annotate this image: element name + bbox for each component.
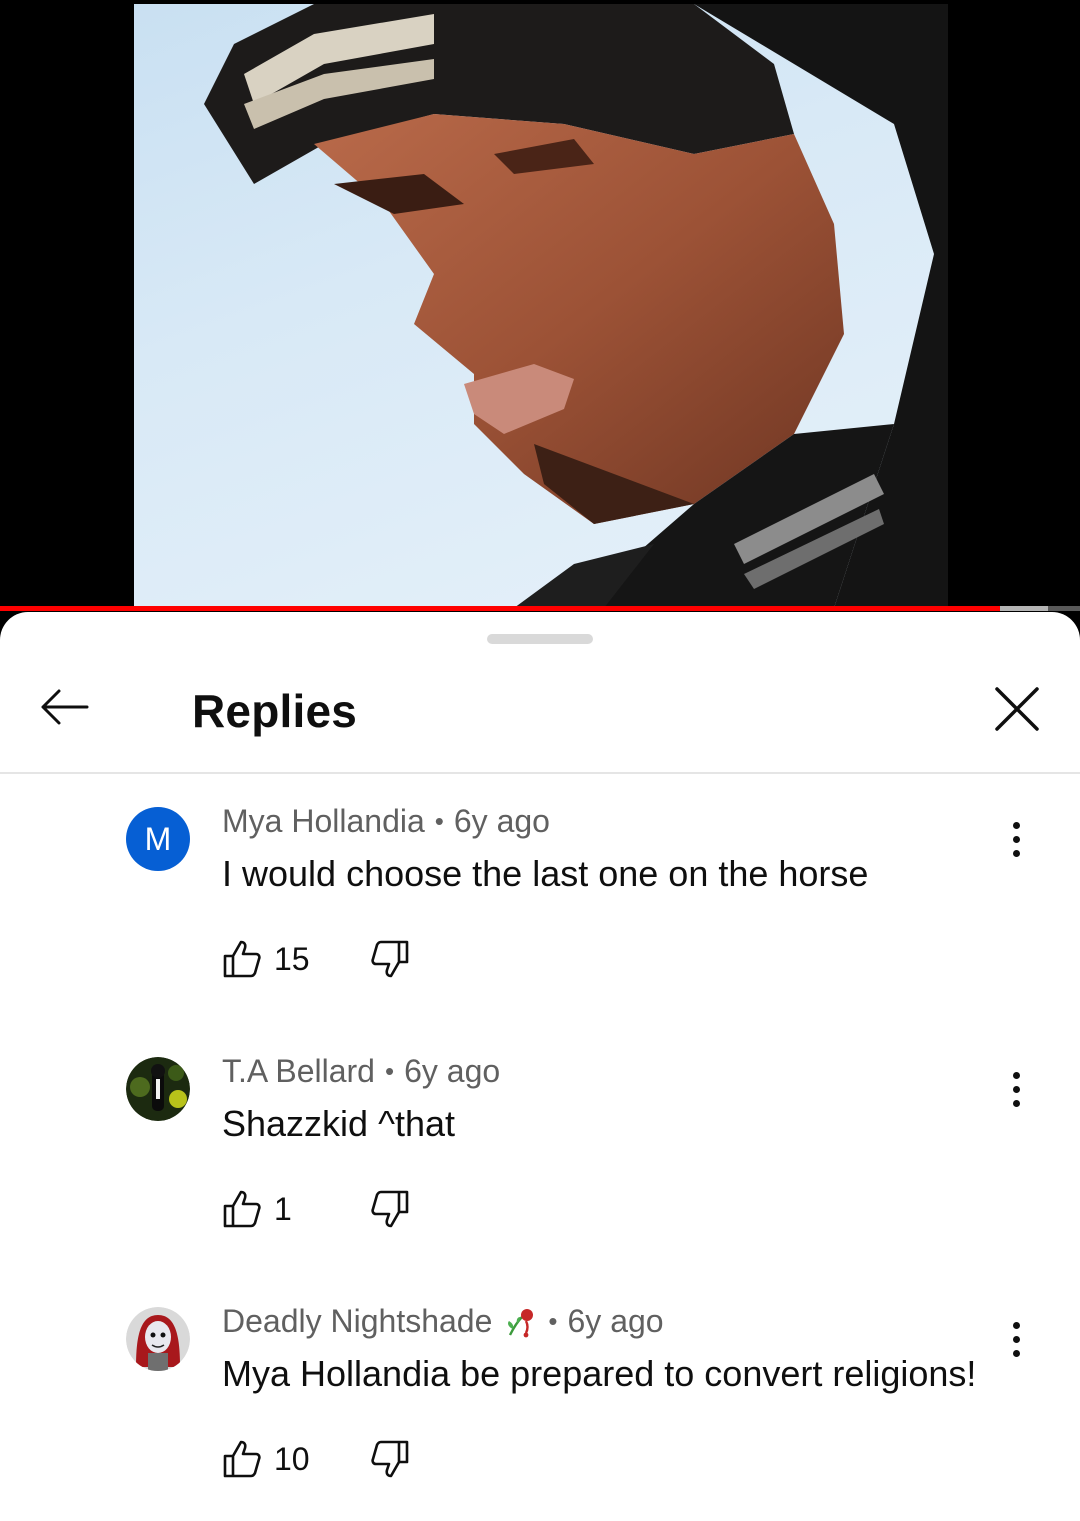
thumbs-down-icon xyxy=(371,940,409,978)
more-vert-icon xyxy=(1012,1321,1020,1329)
arrow-left-icon xyxy=(41,689,89,725)
reply-item: M Mya Hollandia • 6y ago I would choose … xyxy=(0,803,1080,1057)
reply-text: Shazzkid ^that xyxy=(222,1103,456,1144)
dislike-button[interactable] xyxy=(368,937,412,981)
video-progress-bar[interactable] xyxy=(0,606,1080,611)
close-icon xyxy=(995,687,1039,731)
like-count: 15 xyxy=(274,940,310,977)
like-count: 1 xyxy=(274,1190,292,1227)
like-button[interactable]: 1 xyxy=(222,1187,292,1231)
reply-item: Deadly Nightshade • 6y ago Mya Hollandia… xyxy=(0,1303,1080,1521)
video-progress-fill xyxy=(0,606,1001,611)
dislike-button[interactable] xyxy=(368,1187,412,1231)
replies-sheet: Replies M Mya Hollandia • 6y ago I would… xyxy=(0,612,1080,1521)
reply-actions: 1 xyxy=(222,1187,442,1235)
meta-separator: • xyxy=(384,1056,395,1086)
avatar[interactable] xyxy=(126,1057,190,1121)
page-title: Replies xyxy=(192,685,358,737)
avatar[interactable] xyxy=(126,1307,190,1371)
more-options-button[interactable] xyxy=(996,1065,1036,1113)
more-vert-icon xyxy=(1012,821,1020,829)
meta-separator: • xyxy=(434,806,444,836)
reply-text: Mya Hollandia be prepared to convert rel… xyxy=(222,1353,977,1394)
avatar[interactable]: M xyxy=(126,807,190,871)
wilted-rose-icon xyxy=(504,1305,538,1339)
character-avatar xyxy=(126,1307,190,1371)
more-options-button[interactable] xyxy=(996,1315,1036,1363)
thumbs-up-icon xyxy=(223,1190,261,1228)
reply-meta: Mya Hollandia • 6y ago xyxy=(222,803,550,840)
avatar-letter: M xyxy=(126,807,190,871)
thumbs-down-icon xyxy=(371,1440,409,1478)
back-button[interactable] xyxy=(30,682,98,732)
user-photo-avatar xyxy=(126,1057,190,1121)
reply-author[interactable]: T.A Bellard xyxy=(222,1053,375,1090)
reply-time: 6y ago xyxy=(453,803,550,839)
reply-meta: Deadly Nightshade • 6y ago xyxy=(222,1303,664,1340)
reply-actions: 15 xyxy=(222,937,442,985)
reply-time: 6y ago xyxy=(404,1053,501,1089)
thumbs-down-icon xyxy=(371,1190,409,1228)
close-button[interactable] xyxy=(988,680,1046,738)
like-button[interactable]: 15 xyxy=(222,937,310,981)
like-button[interactable]: 10 xyxy=(222,1437,310,1481)
dislike-button[interactable] xyxy=(368,1437,412,1481)
reply-actions: 10 xyxy=(222,1437,442,1485)
reply-meta: T.A Bellard • 6y ago xyxy=(222,1053,500,1090)
replies-header: Replies xyxy=(0,662,1080,772)
like-count: 10 xyxy=(274,1440,310,1477)
video-still-image xyxy=(204,4,948,608)
header-divider xyxy=(0,772,1080,774)
video-player[interactable] xyxy=(0,0,1080,612)
more-options-button[interactable] xyxy=(996,815,1036,863)
video-frame[interactable] xyxy=(134,4,948,608)
thumbs-up-icon xyxy=(223,940,261,978)
thumbs-up-icon xyxy=(223,1440,261,1478)
reply-author[interactable]: Mya Hollandia xyxy=(222,803,425,840)
sheet-drag-handle[interactable] xyxy=(487,634,593,644)
reply-text: I would choose the last one on the horse xyxy=(222,853,869,894)
meta-separator: • xyxy=(548,1306,558,1336)
reply-time: 6y ago xyxy=(567,1303,664,1339)
more-vert-icon xyxy=(1012,1071,1020,1079)
reply-item: T.A Bellard • 6y ago Shazzkid ^that 1 xyxy=(0,1053,1080,1307)
reply-author[interactable]: Deadly Nightshade xyxy=(222,1303,492,1340)
